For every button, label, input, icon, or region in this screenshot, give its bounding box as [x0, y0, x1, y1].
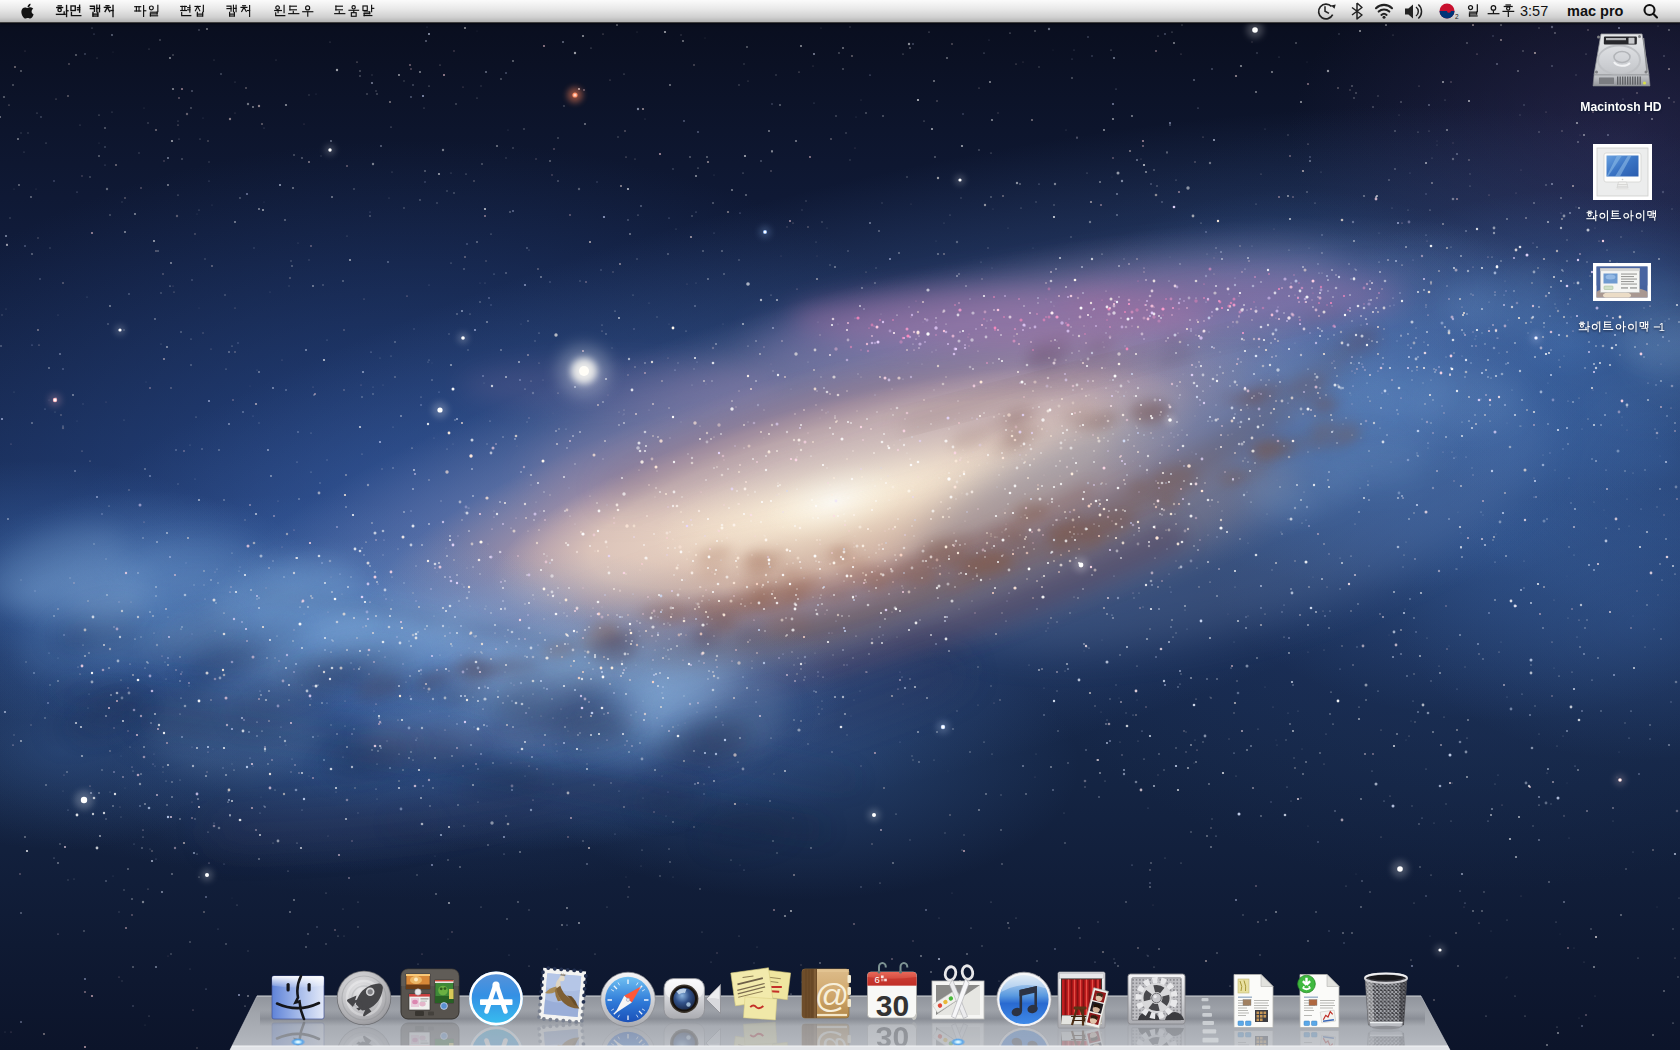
- svg-text:Macintosh HD: Macintosh HD: [1580, 100, 1661, 114]
- svg-text:3:57: 3:57: [1520, 3, 1548, 19]
- svg-text:1: 1: [1659, 321, 1665, 333]
- svg-text:mac pro: mac pro: [1567, 3, 1624, 19]
- svg-text:2: 2: [1455, 13, 1459, 20]
